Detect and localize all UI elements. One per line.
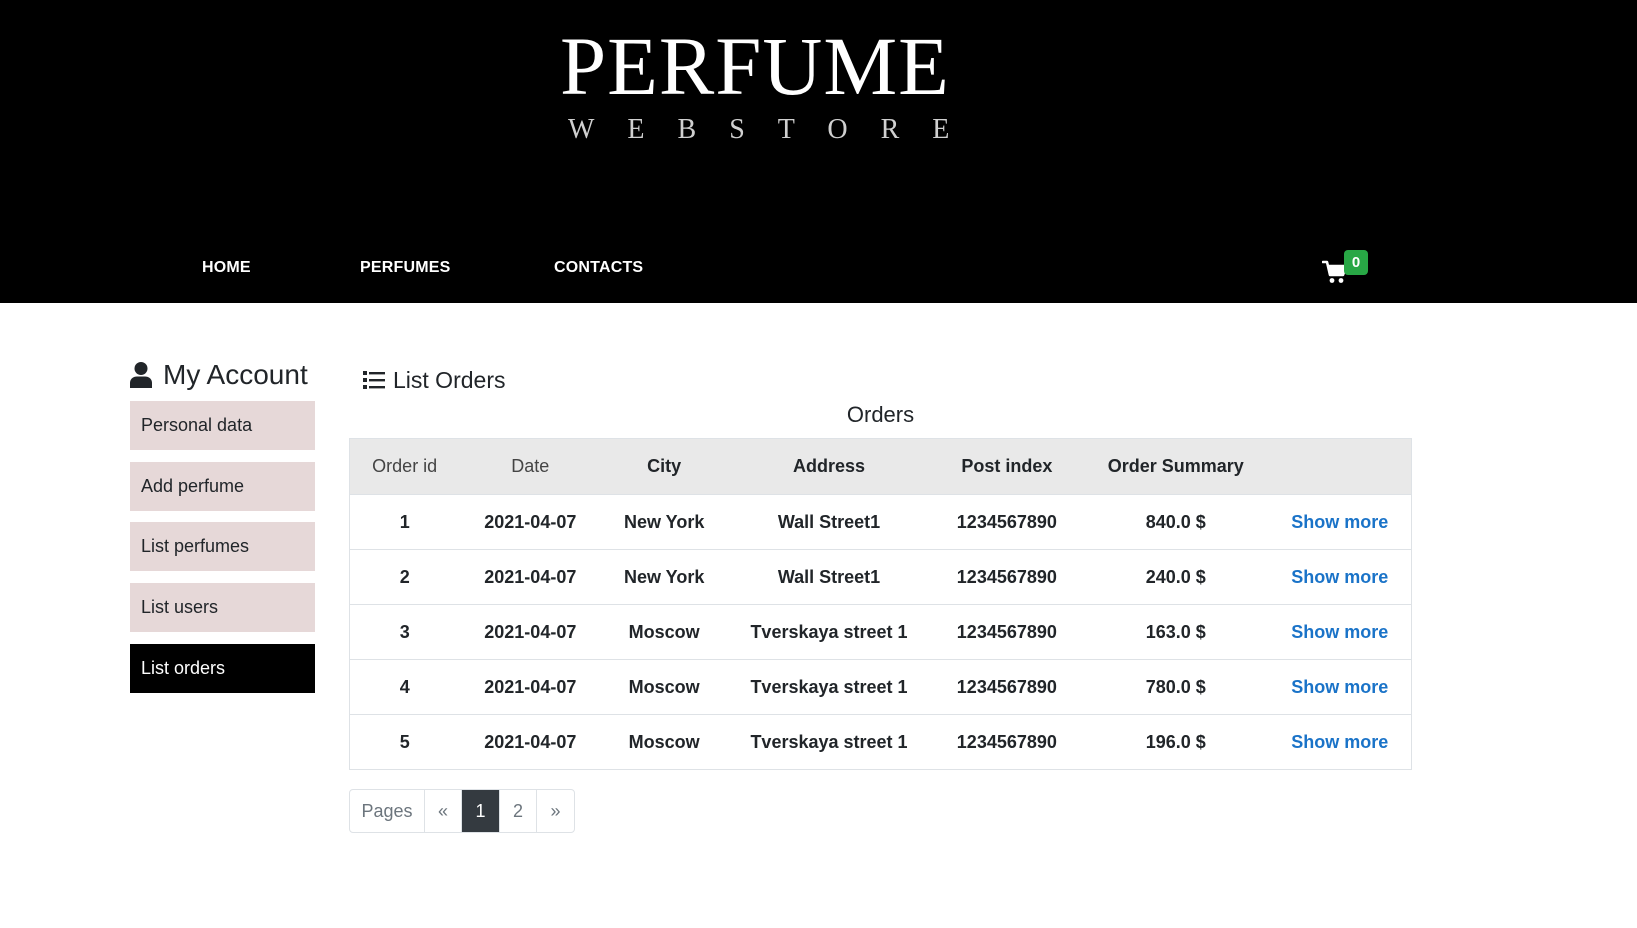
order-summary-cell: 240.0 $ <box>1082 549 1269 605</box>
column-header-actions <box>1268 438 1412 495</box>
order-date-cell: 2021-04-07 <box>459 494 602 550</box>
sidebar-item-personal-data[interactable]: Personal data <box>130 401 315 450</box>
order-date-cell: 2021-04-07 <box>459 714 602 770</box>
order-id-cell: 2 <box>349 549 460 605</box>
orders-table: Order id Date City Address Post index Or… <box>349 438 1412 770</box>
main-nav: HOME PERFUMES CONTACTS <box>0 255 1637 285</box>
column-header-order-summary[interactable]: Order Summary <box>1082 438 1269 495</box>
order-post-index-cell: 1234567890 <box>930 494 1083 550</box>
pagination-page-2[interactable]: 2 <box>500 790 537 832</box>
account-title: My Account <box>129 356 308 394</box>
order-address-cell: Tverskaya street 1 <box>727 604 931 660</box>
order-summary-cell: 780.0 $ <box>1082 659 1269 715</box>
column-header-address[interactable]: Address <box>727 438 931 495</box>
order-address-cell: Wall Street1 <box>727 549 931 605</box>
pagination-next-button[interactable]: » <box>537 790 574 832</box>
order-city-cell: Moscow <box>601 714 728 770</box>
table-header-row: Order id Date City Address Post index Or… <box>349 438 1412 495</box>
table-row: 2 2021-04-07 New York Wall Street1 12345… <box>349 549 1412 605</box>
nav-perfumes-link[interactable]: PERFUMES <box>360 259 451 277</box>
order-action-cell: Show more <box>1268 714 1412 770</box>
order-city-cell: Moscow <box>601 604 728 660</box>
table-caption: Orders <box>846 402 915 427</box>
table-row: 4 2021-04-07 Moscow Tverskaya street 1 1… <box>349 659 1412 715</box>
order-summary-cell: 163.0 $ <box>1082 604 1269 660</box>
column-header-order-id[interactable]: Order id <box>349 438 460 495</box>
cart-button[interactable]: 0 <box>1320 250 1370 290</box>
cart-count-badge: 0 <box>1344 250 1368 275</box>
order-summary-cell: 840.0 $ <box>1082 494 1269 550</box>
order-action-cell: Show more <box>1268 659 1412 715</box>
list-icon <box>363 371 385 389</box>
order-city-cell: New York <box>601 549 728 605</box>
page-title-text: List Orders <box>393 366 506 393</box>
sidebar-item-list-perfumes[interactable]: List perfumes <box>130 522 315 571</box>
show-more-link[interactable]: Show more <box>1291 567 1388 587</box>
order-id-cell: 4 <box>349 659 460 715</box>
pagination-prev-button[interactable]: « <box>425 790 462 832</box>
sidebar-item-list-orders[interactable]: List orders <box>130 644 315 693</box>
show-more-link[interactable]: Show more <box>1291 512 1388 532</box>
show-more-link[interactable]: Show more <box>1291 677 1388 697</box>
order-post-index-cell: 1234567890 <box>930 714 1083 770</box>
table-row: 3 2021-04-07 Moscow Tverskaya street 1 1… <box>349 604 1412 660</box>
show-more-link[interactable]: Show more <box>1291 622 1388 642</box>
column-header-city[interactable]: City <box>601 438 728 495</box>
site-header: PERFUME WEBSTORE HOME PERFUMES CONTACTS … <box>0 0 1637 303</box>
order-city-cell: New York <box>601 494 728 550</box>
pagination-page-1[interactable]: 1 <box>462 790 500 832</box>
nav-home-link[interactable]: HOME <box>202 259 251 277</box>
order-id-cell: 5 <box>349 714 460 770</box>
order-id-cell: 1 <box>349 494 460 550</box>
order-summary-cell: 196.0 $ <box>1082 714 1269 770</box>
page-title: List Orders <box>363 364 505 396</box>
nav-contacts-link[interactable]: CONTACTS <box>554 259 643 277</box>
order-address-cell: Tverskaya street 1 <box>727 659 931 715</box>
order-date-cell: 2021-04-07 <box>459 604 602 660</box>
logo-sub-text: WEBSTORE <box>568 114 983 145</box>
user-icon <box>130 362 152 388</box>
logo-main-text: PERFUME <box>560 20 950 112</box>
pagination-label: Pages <box>350 790 425 832</box>
order-action-cell: Show more <box>1268 549 1412 605</box>
table-row: 1 2021-04-07 New York Wall Street1 12345… <box>349 494 1412 550</box>
order-address-cell: Wall Street1 <box>727 494 931 550</box>
order-date-cell: 2021-04-07 <box>459 659 602 715</box>
order-post-index-cell: 1234567890 <box>930 549 1083 605</box>
order-id-cell: 3 <box>349 604 460 660</box>
order-action-cell: Show more <box>1268 604 1412 660</box>
show-more-link[interactable]: Show more <box>1291 732 1388 752</box>
order-city-cell: Moscow <box>601 659 728 715</box>
order-address-cell: Tverskaya street 1 <box>727 714 931 770</box>
table-row: 5 2021-04-07 Moscow Tverskaya street 1 1… <box>349 714 1412 770</box>
column-header-date[interactable]: Date <box>459 438 602 495</box>
sidebar-item-list-users[interactable]: List users <box>130 583 315 632</box>
order-action-cell: Show more <box>1268 494 1412 550</box>
account-title-text: My Account <box>163 359 308 390</box>
order-post-index-cell: 1234567890 <box>930 604 1083 660</box>
pagination: Pages « 1 2 » <box>349 789 575 833</box>
sidebar-item-add-perfume[interactable]: Add perfume <box>130 462 315 511</box>
order-date-cell: 2021-04-07 <box>459 549 602 605</box>
order-post-index-cell: 1234567890 <box>930 659 1083 715</box>
column-header-post-index[interactable]: Post index <box>930 438 1083 495</box>
site-logo[interactable]: PERFUME WEBSTORE <box>560 20 983 146</box>
